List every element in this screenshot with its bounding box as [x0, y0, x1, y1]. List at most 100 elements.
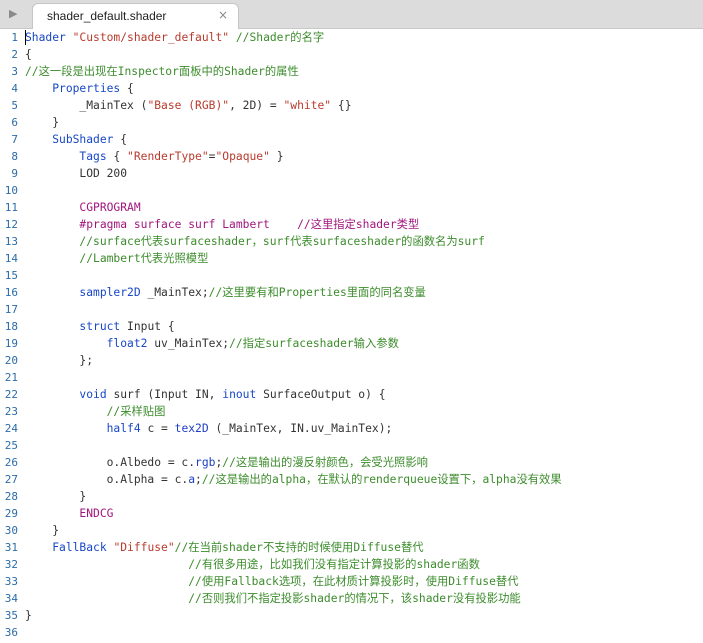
- line-number: 6: [11, 116, 18, 129]
- code-token: LOD 200: [25, 167, 128, 180]
- code-token: sampler2D: [79, 286, 141, 299]
- code-line[interactable]: 1 Shader "Custom/shader_default" //Shader…: [0, 29, 703, 46]
- code-line[interactable]: 6 }: [0, 114, 703, 131]
- line-number: 27: [4, 473, 18, 486]
- code-line[interactable]: 19 float2 uv_MainTex;//指定surfaceshader输入…: [0, 335, 703, 352]
- code-line[interactable]: 28 }: [0, 488, 703, 505]
- code-line[interactable]: 20 };: [0, 352, 703, 369]
- code-text: }: [25, 488, 86, 505]
- code-line[interactable]: 10: [0, 182, 703, 199]
- code-line[interactable]: 23 //采样贴图: [0, 403, 703, 420]
- code-token: c =: [140, 422, 175, 435]
- code-token: }: [269, 150, 284, 163]
- code-line[interactable]: 9 LOD 200: [0, 165, 703, 182]
- code-line[interactable]: 7 SubShader {: [0, 131, 703, 148]
- code-line[interactable]: 21: [0, 369, 703, 386]
- code-token: //这里指定shader类型: [269, 218, 420, 231]
- line-number: 33: [4, 575, 18, 588]
- code-line[interactable]: 18 struct Input {: [0, 318, 703, 335]
- code-line[interactable]: 22 void surf (Input IN, inout SurfaceOut…: [0, 386, 703, 403]
- code-line[interactable]: 14 //Lambert代表光照模型: [0, 250, 703, 267]
- code-token: ENDCG: [79, 507, 114, 520]
- code-line[interactable]: 30 }: [0, 522, 703, 539]
- code-text: Properties {: [25, 80, 134, 97]
- line-number: 21: [4, 371, 18, 384]
- line-number: 22: [4, 388, 18, 401]
- code-text: {: [25, 46, 32, 63]
- code-token: _MainTex (: [25, 99, 148, 112]
- code-line[interactable]: 16 sampler2D _MainTex;//这里要有和Properties里…: [0, 284, 703, 301]
- line-number: 16: [4, 286, 18, 299]
- line-number: 12: [4, 218, 18, 231]
- code-line[interactable]: 33 //使用Fallback选项，在此材质计算投影时，使用Diffuse替代: [0, 573, 703, 590]
- code-text: o.Albedo = c.rgb;//这是输出的漫反射颜色，会受光照影响: [25, 454, 428, 471]
- code-token: uv_MainTex;: [147, 337, 230, 350]
- code-line[interactable]: 4 Properties {: [0, 80, 703, 97]
- line-number: 17: [4, 303, 18, 316]
- code-token: //Lambert代表光照模型: [25, 252, 209, 265]
- code-line[interactable]: 12 #pragma surface surf Lambert //这里指定sh…: [0, 216, 703, 233]
- code-editor[interactable]: 1 Shader "Custom/shader_default" //Shader…: [0, 29, 703, 643]
- line-number: 30: [4, 524, 18, 537]
- play-icon[interactable]: ▶: [9, 7, 17, 20]
- code-token: struct: [79, 320, 121, 333]
- line-number: 20: [4, 354, 18, 367]
- code-line[interactable]: 27 o.Alpha = c.a;//这是输出的alpha，在默认的render…: [0, 471, 703, 488]
- code-token: ;: [195, 473, 202, 486]
- code-text: void surf (Input IN, inout SurfaceOutput…: [25, 386, 385, 403]
- code-token: "Custom/shader_default": [72, 31, 230, 44]
- code-line[interactable]: 29 ENDCG: [0, 505, 703, 522]
- code-text: //使用Fallback选项，在此材质计算投影时，使用Diffuse替代: [25, 573, 518, 590]
- code-text: //有很多用途，比如我们没有指定计算投影的shader函数: [25, 556, 480, 573]
- code-line[interactable]: 2{: [0, 46, 703, 63]
- code-text: }: [25, 607, 32, 624]
- code-line[interactable]: 13 //surface代表surfaceshader，surf代表surfac…: [0, 233, 703, 250]
- line-number: 15: [4, 269, 18, 282]
- code-text: sampler2D _MainTex;//这里要有和Properties里面的同…: [25, 284, 425, 301]
- text-cursor: [25, 30, 26, 45]
- code-text: ENDCG: [25, 505, 113, 522]
- code-line[interactable]: 32 //有很多用途，比如我们没有指定计算投影的shader函数: [0, 556, 703, 573]
- tab-shader-default[interactable]: shader_default.shader ×: [32, 3, 239, 29]
- code-token: //指定surfaceshader输入参数: [229, 337, 399, 350]
- code-line[interactable]: 5 _MainTex ("Base (RGB)", 2D) = "white" …: [0, 97, 703, 114]
- code-text: FallBack "Diffuse"//在当前shader不支持的时候使用Dif…: [25, 539, 423, 556]
- code-token: "RenderType": [127, 150, 209, 163]
- line-number: 31: [4, 541, 18, 554]
- code-token: }: [25, 524, 60, 537]
- line-number: 2: [11, 48, 18, 61]
- code-line[interactable]: 8 Tags { "RenderType"="Opaque" }: [0, 148, 703, 165]
- code-line[interactable]: 25: [0, 437, 703, 454]
- code-line[interactable]: 24 half4 c = tex2D (_MainTex, IN.uv_Main…: [0, 420, 703, 437]
- code-line[interactable]: 11 CGPROGRAM: [0, 199, 703, 216]
- code-token: SubShader: [52, 133, 114, 146]
- close-icon[interactable]: ×: [218, 8, 228, 22]
- code-line[interactable]: 34 //否则我们不指定投影shader的情况下，该shader没有投影功能: [0, 590, 703, 607]
- code-token: //有很多用途，比如我们没有指定计算投影的shader函数: [25, 558, 480, 571]
- line-number: 35: [4, 609, 18, 622]
- code-line[interactable]: 17: [0, 301, 703, 318]
- code-line[interactable]: 15: [0, 267, 703, 284]
- code-line[interactable]: 35}: [0, 607, 703, 624]
- line-number: 36: [4, 626, 18, 639]
- code-line[interactable]: 3 //这一段是出现在Inspector面板中的Shader的属性: [0, 63, 703, 80]
- line-number: 3: [11, 65, 18, 78]
- code-token: }: [25, 116, 60, 129]
- code-text: half4 c = tex2D (_MainTex, IN.uv_MainTex…: [25, 420, 393, 437]
- code-line[interactable]: 36: [0, 624, 703, 641]
- code-token: {: [25, 48, 32, 61]
- code-line[interactable]: 26 o.Albedo = c.rgb;//这是输出的漫反射颜色，会受光照影响: [0, 454, 703, 471]
- code-token: //采样贴图: [25, 405, 166, 418]
- code-text: LOD 200: [25, 165, 127, 182]
- code-token: surf (Input IN,: [106, 388, 223, 401]
- code-token: {: [106, 150, 128, 163]
- code-token: //这一段是出现在Inspector面板中的Shader的属性: [25, 65, 299, 78]
- line-number: 19: [4, 337, 18, 350]
- code-line[interactable]: 31 FallBack "Diffuse"//在当前shader不支持的时候使用…: [0, 539, 703, 556]
